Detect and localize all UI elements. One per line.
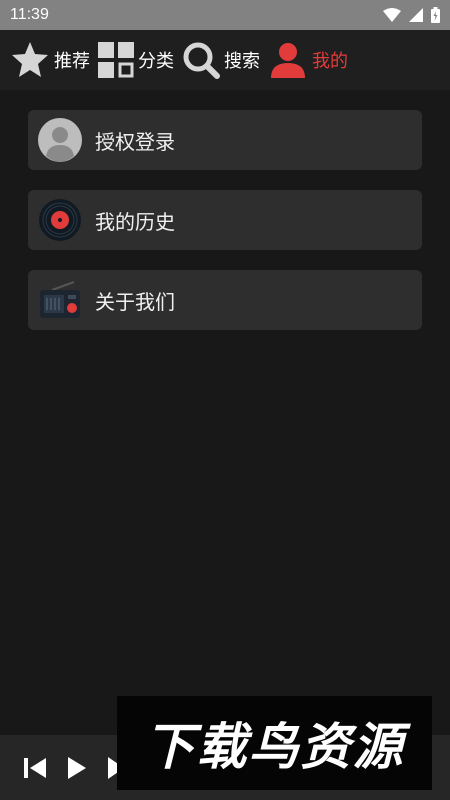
nav-tab-mine-label: 我的 [312,51,348,72]
vinyl-record-icon [38,198,82,242]
menu-item-about-label: 关于我们 [95,289,175,314]
user-icon [268,40,308,80]
play-icon[interactable] [66,756,88,780]
nav-tab-recommend[interactable]: 推荐 [10,30,90,90]
battery-icon [431,7,440,23]
avatar-icon [38,118,82,162]
star-icon [10,40,50,80]
nav-tab-recommend-label: 推荐 [54,51,90,72]
menu-item-history-label: 我的历史 [95,209,175,234]
previous-icon[interactable] [24,757,48,779]
wifi-icon [383,8,401,22]
watermark-text: 下载鸟资源 [144,718,405,776]
menu-item-login[interactable]: 授权登录 [28,110,422,170]
status-icons [383,7,440,23]
nav-tab-category[interactable]: 分类 [98,30,174,90]
top-nav: 推荐 分类 搜索 我的 [0,30,450,90]
grid-icon [98,42,134,78]
search-icon [182,41,220,79]
watermark-logo: 下载鸟资源 [117,696,432,790]
status-time: 11:39 [10,6,49,23]
radio-icon [38,278,82,322]
menu-item-login-label: 授权登录 [95,129,175,154]
menu-item-history[interactable]: 我的历史 [28,190,422,250]
nav-tab-mine[interactable]: 我的 [268,30,348,90]
nav-tab-search-label: 搜索 [224,51,260,72]
menu-item-about[interactable]: 关于我们 [28,270,422,330]
status-bar: 11:39 [0,0,450,30]
profile-menu: 授权登录 我的历史 关于我们 [28,110,422,350]
nav-tab-search[interactable]: 搜索 [182,30,260,90]
nav-tab-category-label: 分类 [138,51,174,72]
cellular-signal-icon [409,8,423,22]
